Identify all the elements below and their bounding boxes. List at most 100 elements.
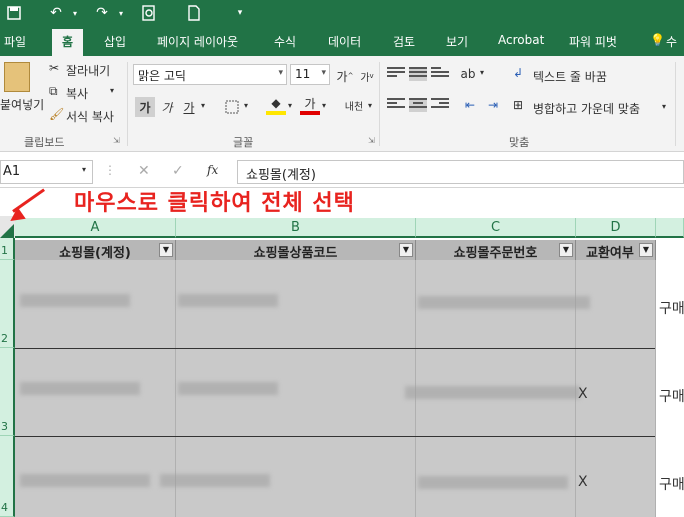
tab-page-layout[interactable]: 페이지 레이아웃 <box>157 33 238 50</box>
formula-bar: A1 ▾ ⋮ ✕ ✓ fx 쇼핑몰(계정) <box>0 152 684 188</box>
font-size-select[interactable]: 11 ▾ <box>290 64 330 85</box>
select-all-triangle-icon[interactable] <box>0 224 14 238</box>
tab-view[interactable]: 보기 <box>446 33 468 50</box>
merge-center-button[interactable]: 병합하고 가운데 맞춤 <box>533 100 640 117</box>
row-header-3[interactable]: 3 <box>0 348 15 436</box>
border-dropdown-icon[interactable]: ▾ <box>244 101 248 110</box>
blurred-cell-content <box>405 386 580 399</box>
underline-dropdown-icon[interactable]: ▾ <box>201 101 205 110</box>
print-preview-icon[interactable] <box>139 3 159 23</box>
header-cell-exchange[interactable]: 교환여부 ▼ <box>576 240 656 260</box>
customize-quick-access-icon[interactable]: ▾ <box>234 3 246 23</box>
align-right-icon[interactable] <box>431 98 449 112</box>
paste-button[interactable]: 붙여넣기 <box>0 96 44 113</box>
border-icon[interactable] <box>222 97 242 117</box>
redo-icon[interactable]: ↷ <box>92 3 112 23</box>
orientation-dropdown-icon[interactable]: ▾ <box>480 68 484 77</box>
save-icon[interactable] <box>4 3 24 23</box>
format-painter-icon[interactable]: 🖌 <box>49 107 64 121</box>
wrap-text-icon[interactable]: ↲ <box>513 66 523 80</box>
column-header-b[interactable]: B <box>176 218 416 238</box>
divider <box>379 62 380 146</box>
column-header-d[interactable]: D <box>576 218 656 238</box>
phonetic-dropdown-icon[interactable]: ▾ <box>368 101 372 110</box>
align-center-icon[interactable] <box>409 98 427 112</box>
copy-dropdown-icon[interactable]: ▾ <box>110 86 114 95</box>
align-left-icon[interactable] <box>387 98 405 112</box>
italic-button[interactable]: 가 <box>157 97 177 117</box>
format-painter-button[interactable]: 서식 복사 <box>66 108 114 125</box>
redo-dropdown-icon[interactable]: ▾ <box>116 3 126 23</box>
tab-home[interactable]: 홈 <box>52 29 84 56</box>
copy-button[interactable]: 복사 <box>66 85 88 102</box>
column-header-e[interactable] <box>656 218 684 238</box>
blurred-cell-content <box>20 294 130 307</box>
alignment-group-label: 맞춤 <box>509 136 530 149</box>
lightbulb-icon[interactable]: 💡 <box>650 33 665 47</box>
tell-me-search[interactable]: 수 <box>666 33 677 50</box>
merge-dropdown-icon[interactable]: ▾ <box>662 102 666 111</box>
underline-button[interactable]: 가 <box>179 97 199 117</box>
dialog-launcher-icon[interactable]: ⇲ <box>113 136 120 145</box>
shrink-font-icon[interactable]: 가v <box>357 66 377 86</box>
name-box-dropdown-icon[interactable]: ▾ <box>82 165 86 174</box>
header-cell-shopping-mall[interactable]: 쇼핑몰(계정) ▼ <box>15 240 176 261</box>
new-file-icon[interactable] <box>184 3 204 23</box>
tab-power-pivot[interactable]: 파워 피벗 <box>569 33 617 50</box>
filter-dropdown-icon[interactable]: ▼ <box>399 243 413 257</box>
cancel-icon[interactable]: ✕ <box>138 163 150 179</box>
insert-function-icon[interactable]: fx <box>207 163 218 177</box>
formula-input[interactable]: 쇼핑몰(계정) <box>237 160 684 184</box>
font-color-button[interactable]: 가 <box>300 95 320 115</box>
merge-center-icon[interactable]: ⊞ <box>513 98 523 112</box>
tab-formulas[interactable]: 수식 <box>274 33 296 50</box>
phonetic-guide-button[interactable]: 내천 <box>341 95 367 115</box>
fill-color-icon[interactable]: ◆ <box>266 95 286 115</box>
tab-acrobat[interactable]: Acrobat <box>498 33 544 47</box>
tab-file[interactable]: 파일 <box>4 33 26 50</box>
wrap-text-button[interactable]: 텍스트 줄 바꿈 <box>533 68 607 85</box>
name-box[interactable]: A1 <box>0 160 93 184</box>
bold-button[interactable]: 가 <box>135 97 155 117</box>
cell-d4[interactable]: X <box>578 474 588 490</box>
header-cell-order-number[interactable]: 쇼핑몰주문번호 ▼ <box>416 240 576 261</box>
increase-indent-icon[interactable]: ⇥ <box>483 95 503 115</box>
font-dialog-launcher-icon[interactable]: ⇲ <box>368 136 375 145</box>
tab-data[interactable]: 데이터 <box>328 33 361 50</box>
tab-review[interactable]: 검토 <box>393 33 415 50</box>
align-top-icon[interactable] <box>387 67 405 81</box>
fill-color-dropdown-icon[interactable]: ▾ <box>288 101 292 110</box>
header-cell-product-code[interactable]: 쇼핑몰상품코드 ▼ <box>176 240 416 261</box>
cut-button[interactable]: 잘라내기 <box>66 62 110 79</box>
row-divider <box>15 436 655 437</box>
column-header-a[interactable]: A <box>15 218 176 238</box>
row-header-1[interactable]: 1 <box>0 238 15 260</box>
blurred-cell-content <box>418 476 568 489</box>
align-middle-icon[interactable] <box>409 67 427 81</box>
cell-e2[interactable]: 구매 <box>659 298 684 318</box>
cut-icon[interactable]: ✂ <box>49 61 59 75</box>
filter-dropdown-icon[interactable]: ▼ <box>559 243 573 257</box>
decrease-indent-icon[interactable]: ⇤ <box>460 95 480 115</box>
undo-dropdown-icon[interactable]: ▾ <box>70 3 80 23</box>
align-bottom-icon[interactable] <box>431 67 449 81</box>
ribbon-home: 붙여넣기 ✂ 잘라내기 ⧉ 복사 ▾ 🖌 서식 복사 클립보드 ⇲ 맑은 고딕 ▾… <box>0 56 684 152</box>
cell-d3[interactable]: X <box>578 386 588 402</box>
filter-dropdown-icon[interactable]: ▼ <box>639 243 653 257</box>
row-header-4[interactable]: 4 <box>0 436 15 517</box>
column-header-c[interactable]: C <box>416 218 576 238</box>
cell-e4[interactable]: 구매 <box>659 474 684 494</box>
undo-icon[interactable]: ↶ <box>46 3 66 23</box>
font-name-select[interactable]: 맑은 고딕 ▾ <box>133 64 287 85</box>
enter-icon[interactable]: ✓ <box>172 163 184 179</box>
orientation-icon[interactable]: ab <box>458 64 478 84</box>
grow-font-icon[interactable]: 가 ^ <box>335 66 355 86</box>
cell-e3[interactable]: 구매 <box>659 386 684 406</box>
copy-icon[interactable]: ⧉ <box>49 84 58 99</box>
row-header-2[interactable]: 2 <box>0 260 15 348</box>
paste-icon[interactable] <box>4 62 30 92</box>
blurred-cell-content <box>20 474 150 487</box>
filter-dropdown-icon[interactable]: ▼ <box>159 243 173 257</box>
font-color-dropdown-icon[interactable]: ▾ <box>322 101 326 110</box>
tab-insert[interactable]: 삽입 <box>104 33 126 50</box>
